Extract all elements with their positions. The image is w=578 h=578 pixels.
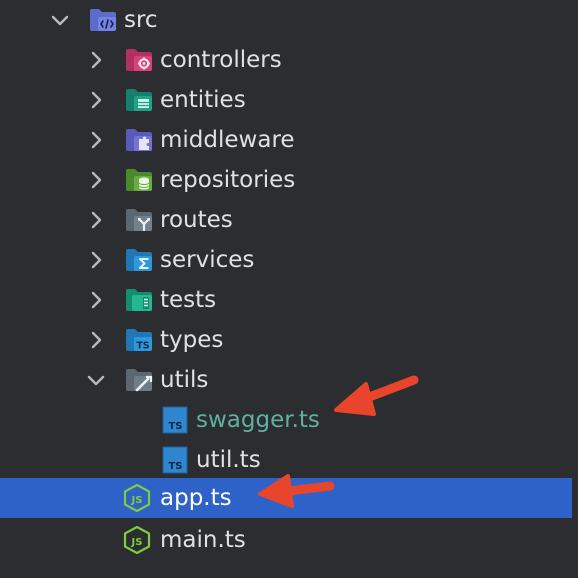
typescript-file-icon: TS [162,406,188,434]
types-folder-icon: TS [126,329,152,352]
routes-folder-icon [126,209,152,232]
tree-item-types[interactable]: TS types [0,320,572,360]
tree-item-util-ts[interactable]: TS util.ts [0,440,572,480]
middleware-folder-icon [126,129,152,151]
chevron-right-icon[interactable] [84,288,108,312]
chevron-down-icon[interactable] [84,368,108,392]
tree-item-services[interactable]: services [0,240,572,280]
tree-item-label: routes [160,207,233,233]
tree-item-label: src [124,7,158,33]
tree-item-src[interactable]: src [0,0,572,40]
tree-item-routes[interactable]: routes [0,200,572,240]
project-tree: src controllers entities middleware repo… [0,0,578,578]
tree-item-utils[interactable]: utils [0,360,572,400]
chevron-right-icon[interactable] [84,88,108,112]
tree-item-label: main.ts [160,527,246,553]
tree-item-tests[interactable]: tests [0,280,572,320]
tree-item-label: middleware [160,127,295,153]
svg-text:TS: TS [168,421,182,432]
chevron-right-icon[interactable] [84,248,108,272]
tree-item-label: utils [160,367,209,393]
tree-item-label: controllers [160,47,282,73]
tests-folder-icon [126,289,152,311]
nodejs-file-icon: JS [123,484,151,512]
svg-text:JS: JS [131,537,143,548]
entities-folder-icon [126,89,152,111]
tree-item-label: tests [160,287,217,313]
tree-item-label: swagger.ts [196,407,320,433]
svg-text:TS: TS [136,341,149,352]
chevron-right-icon[interactable] [84,128,108,152]
svg-text:JS: JS [131,495,143,506]
utils-folder-icon [126,369,153,392]
tree-item-label: util.ts [196,447,261,473]
chevron-right-icon[interactable] [84,168,108,192]
tree-item-label: app.ts [160,485,232,511]
tree-item-label: entities [160,87,246,113]
chevron-down-icon[interactable] [48,8,72,32]
tree-item-entities[interactable]: entities [0,80,572,120]
tree-item-middleware[interactable]: middleware [0,120,572,160]
services-folder-icon [126,249,152,271]
chevron-right-icon[interactable] [84,328,108,352]
tree-item-main-ts[interactable]: JS main.ts [0,520,572,560]
typescript-file-icon: TS [162,446,188,474]
source-folder-icon [90,9,116,31]
scrollbar-track[interactable] [572,0,578,578]
tree-item-label: services [160,247,255,273]
repositories-folder-icon [126,169,152,191]
controllers-folder-icon [126,49,152,71]
nodejs-file-icon: JS [123,526,151,554]
tree-item-controllers[interactable]: controllers [0,40,572,80]
tree-item-repositories[interactable]: repositories [0,160,572,200]
tree-item-label: repositories [160,167,296,193]
tree-item-swagger-ts[interactable]: TS swagger.ts [0,400,572,440]
svg-text:TS: TS [168,461,182,472]
chevron-right-icon[interactable] [84,208,108,232]
chevron-right-icon[interactable] [84,48,108,72]
tree-item-label: types [160,327,224,353]
tree-item-app-ts[interactable]: JS app.ts [0,478,572,518]
